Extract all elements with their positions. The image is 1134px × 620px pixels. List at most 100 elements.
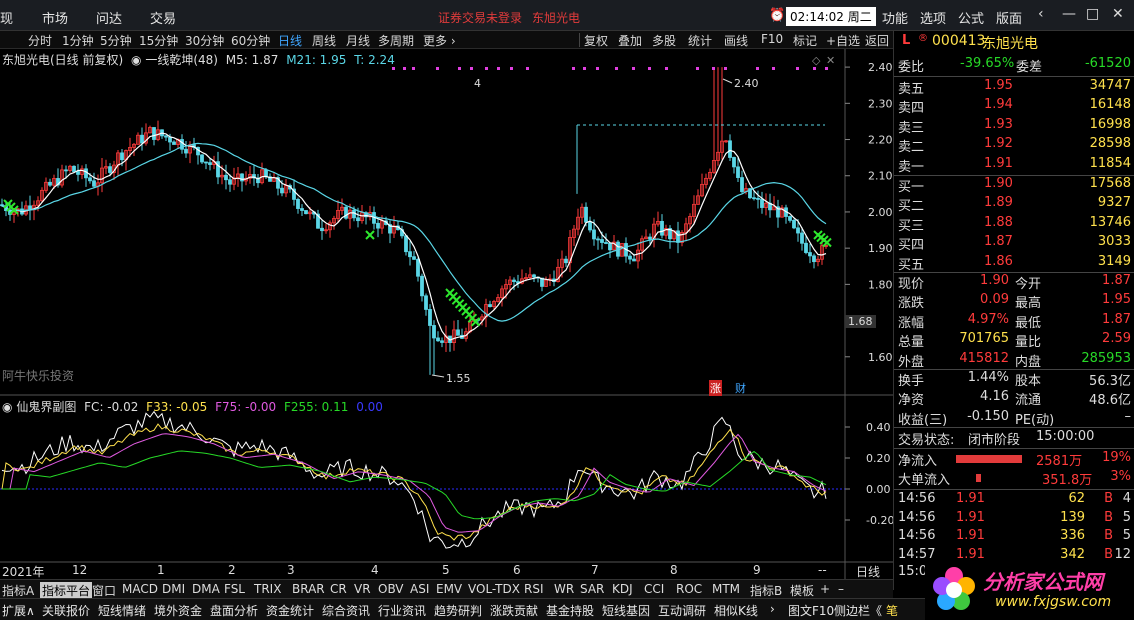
candle-body — [200, 154, 204, 163]
indicator-tab[interactable]: RSI — [524, 582, 544, 596]
indicator-tab[interactable]: VOL-TDX — [468, 582, 520, 596]
chart-area[interactable]: 2.40 2.30 2.20 2.10 2.00 1.90 1.80 1.60 0.40 0.20… — [0, 49, 893, 579]
indicator-tab[interactable]: 指标平台 — [40, 582, 93, 599]
indicator-tab[interactable]: FSL — [224, 582, 245, 596]
kline-chart[interactable]: 2.40 2.30 2.20 2.10 2.00 1.90 1.80 1.60 0.40 0.20… — [0, 49, 893, 579]
feature-tab[interactable]: › — [770, 602, 775, 616]
indicator-tab[interactable]: VR — [354, 582, 371, 596]
menu-function[interactable]: 功能 — [882, 8, 908, 27]
feature-tab[interactable]: 盘面分析 — [210, 602, 258, 619]
feature-tab[interactable]: 资金统计 — [266, 602, 314, 619]
menu-wenda[interactable]: 问达 — [96, 8, 122, 27]
l-icon[interactable]: L — [902, 33, 910, 48]
indicator-tab[interactable]: – — [838, 582, 844, 596]
sub-chart-title[interactable]: 仙鬼界副图 — [16, 400, 76, 414]
tool-add-watchlist[interactable]: +自选 — [826, 32, 860, 49]
period-fenshi[interactable]: 分时 — [28, 32, 52, 49]
indicator-tab[interactable]: ASI — [410, 582, 429, 596]
x-axis-scroll[interactable]: -- — [818, 563, 827, 577]
maximize-icon[interactable]: □ — [1086, 6, 1099, 22]
indicator-tab[interactable]: 指标B — [750, 582, 782, 599]
indicator-tab[interactable]: TRIX — [254, 582, 281, 596]
close-icon[interactable]: ✕ — [1112, 6, 1124, 22]
sub-dropdown-icon[interactable]: ◉ — [2, 400, 12, 414]
tool-mark[interactable]: 标记 — [793, 32, 817, 49]
period-daily[interactable]: 日线 — [278, 32, 302, 49]
menu-xian[interactable]: 现 — [0, 8, 13, 27]
indicator-dropdown-icon[interactable]: ◉ — [131, 53, 141, 67]
feature-tab[interactable]: 关联报价 — [42, 602, 90, 619]
feature-tab[interactable]: 短线基因 — [602, 602, 650, 619]
feature-tab[interactable]: 境外资金 — [154, 602, 202, 619]
indicator-tab[interactable]: WR — [554, 582, 574, 596]
candles — [0, 67, 828, 375]
indicator-tab[interactable]: BRAR — [292, 582, 325, 596]
feature-tab[interactable]: 综合资讯 — [322, 602, 370, 619]
indicator-name[interactable]: 一线乾坤(48) — [145, 53, 218, 67]
period-15min[interactable]: 15分钟 — [139, 32, 178, 49]
indicator-tab[interactable]: MACD — [122, 582, 158, 596]
tool-return[interactable]: 返回 — [865, 32, 889, 49]
indicator-tab[interactable]: 模板 — [790, 582, 814, 599]
period-weekly[interactable]: 周线 — [312, 32, 336, 49]
minimize-icon[interactable]: — — [1062, 6, 1076, 22]
indicator-tab[interactable]: CR — [330, 582, 347, 596]
indicator-tab[interactable]: OBV — [378, 582, 404, 596]
feature-tab[interactable]: 趋势研判 — [434, 602, 482, 619]
feature-tab[interactable]: 行业资讯 — [378, 602, 426, 619]
menu-market[interactable]: 市场 — [42, 8, 68, 27]
period-monthly[interactable]: 月线 — [346, 32, 370, 49]
ma-m21: M21: 1.95 — [286, 53, 347, 67]
tool-draw[interactable]: 画线 — [724, 32, 748, 49]
tool-multistock[interactable]: 多股 — [652, 32, 676, 49]
logo-url: www.fxjgsw.com — [995, 594, 1112, 610]
signal-dot — [572, 67, 575, 70]
period-1min[interactable]: 1分钟 — [62, 32, 94, 49]
tick-row: 14:56 1.91 62 B 4 — [894, 491, 1134, 510]
feature-tab[interactable]: 短线情绪 — [98, 602, 146, 619]
signal-dot — [825, 67, 828, 70]
period-30min[interactable]: 30分钟 — [185, 32, 224, 49]
period-multi[interactable]: 多周期 — [378, 32, 414, 49]
feature-tab[interactable]: 基金持股 — [546, 602, 594, 619]
menu-trade[interactable]: 交易 — [150, 8, 176, 27]
feature-tab[interactable]: 扩展∧ — [2, 602, 35, 619]
candle-body — [760, 198, 764, 208]
period-5min[interactable]: 5分钟 — [100, 32, 132, 49]
indicator-tab[interactable]: 窗口 — [92, 582, 116, 599]
indicator-tab[interactable]: EMV — [436, 582, 462, 596]
feature-tab[interactable]: 互动调研 — [658, 602, 706, 619]
tool-stats[interactable]: 统计 — [688, 32, 712, 49]
feature-tab[interactable]: 侧边栏《 — [834, 602, 882, 619]
period-more[interactable]: 更多 › — [423, 32, 456, 49]
alert-icon[interactable]: ⏰ — [769, 8, 785, 23]
menu-options[interactable]: 选项 — [920, 8, 946, 27]
indicator-tab[interactable]: SAR — [580, 582, 604, 596]
diamond-icon[interactable]: ◇ — [812, 54, 820, 67]
indicator-tab[interactable]: + — [820, 582, 830, 596]
indicator-tab[interactable]: DMA — [192, 582, 220, 596]
indicator-tab[interactable]: 指标A — [2, 582, 34, 599]
tool-fuquan[interactable]: 复权 — [584, 32, 608, 49]
x-axis-period[interactable]: 日线 — [856, 563, 880, 580]
period-60min[interactable]: 60分钟 — [231, 32, 270, 49]
feature-tab[interactable]: 图文F10 — [788, 602, 834, 619]
stat-label: 涨幅 — [898, 315, 925, 331]
indicator-tab[interactable]: ROC — [676, 582, 702, 596]
menu-layout[interactable]: 版面 — [996, 8, 1022, 27]
tool-overlay[interactable]: 叠加 — [618, 32, 642, 49]
candle-body — [796, 227, 800, 234]
indicator-tab[interactable]: KDJ — [612, 582, 633, 596]
menu-formula[interactable]: 公式 — [958, 8, 984, 27]
feature-tab[interactable]: 相似K线 — [714, 602, 758, 619]
close-panel-icon[interactable]: ✕ — [826, 54, 835, 67]
indicator-tab[interactable]: MTM — [712, 582, 740, 596]
badge-zhang[interactable]: 涨 — [709, 380, 722, 396]
back-icon[interactable]: ‹ — [1038, 6, 1044, 22]
feature-tab[interactable]: 笔 — [886, 602, 898, 619]
indicator-tab[interactable]: CCI — [644, 582, 664, 596]
tool-f10[interactable]: F10 — [761, 32, 783, 46]
badge-cai[interactable]: 财 — [735, 380, 746, 396]
feature-tab[interactable]: 涨跌贡献 — [490, 602, 538, 619]
indicator-tab[interactable]: DMI — [162, 582, 185, 596]
